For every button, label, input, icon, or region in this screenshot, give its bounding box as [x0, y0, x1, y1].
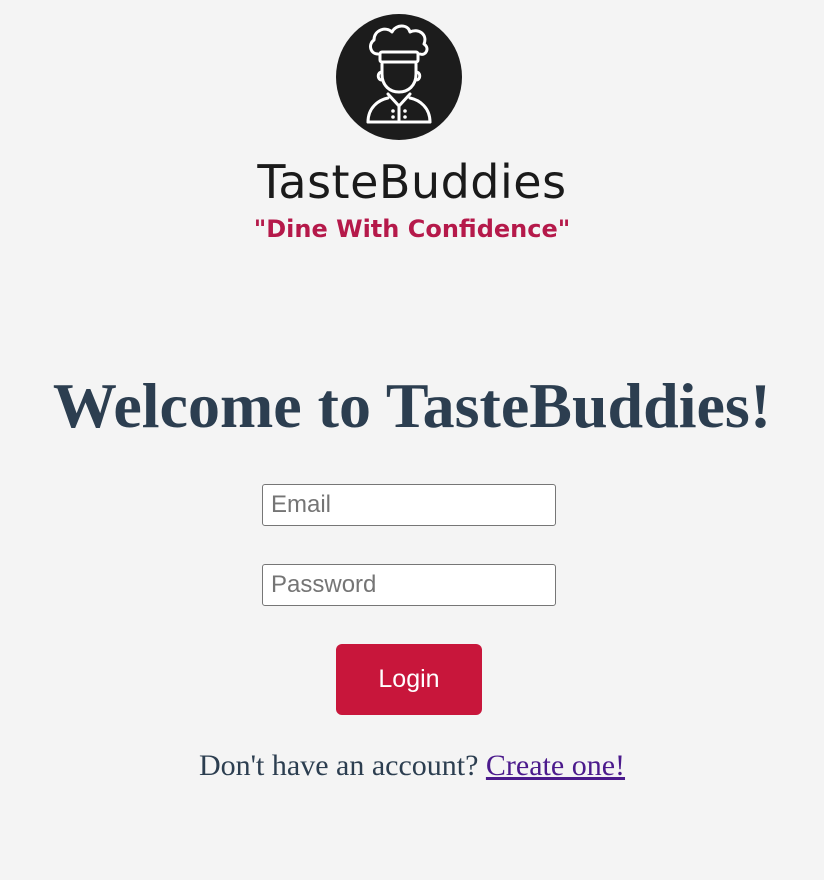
login-button[interactable]: Login — [336, 644, 482, 715]
chef-icon — [336, 14, 462, 140]
email-field[interactable] — [262, 484, 556, 526]
brand-header: TasteBuddies "Dine With Confidence" — [0, 0, 824, 260]
brand-tagline: "Dine With Confidence" — [253, 215, 571, 243]
signup-prompt: Don't have an account? — [198, 749, 479, 782]
password-field[interactable] — [262, 564, 556, 606]
create-account-link[interactable]: Create one! — [486, 749, 625, 782]
brand-name: TasteBuddies — [257, 155, 567, 209]
page-title: Welcome to TasteBuddies! — [52, 370, 772, 441]
signup-row: Don't have an account? Create one! — [0, 746, 824, 786]
